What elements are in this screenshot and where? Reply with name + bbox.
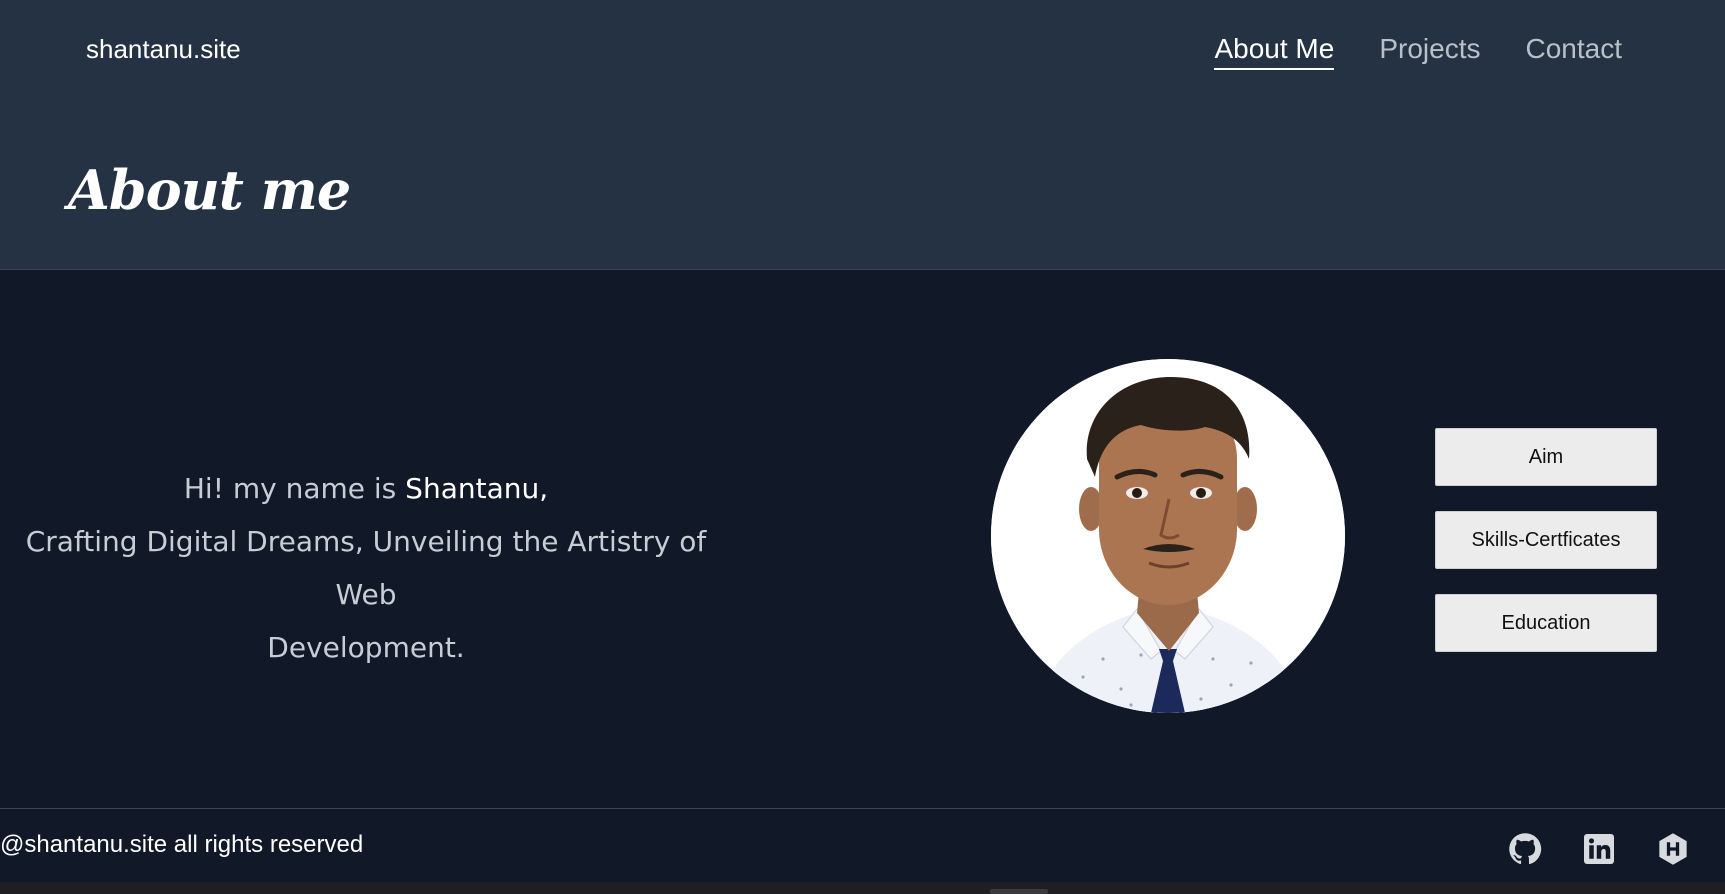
main-nav: About Me Projects Contact xyxy=(1214,33,1622,70)
intro-line-1: Hi! my name is Shantanu, xyxy=(0,462,732,515)
education-button[interactable]: Education xyxy=(1435,594,1657,652)
profile-photo xyxy=(991,359,1345,713)
page-title: About me xyxy=(68,158,351,222)
intro-text: Hi! my name is Shantanu, Crafting Digita… xyxy=(0,462,732,674)
about-section-buttons: Aim Skills-Certficates Education xyxy=(1435,428,1657,677)
github-icon[interactable] xyxy=(1507,831,1543,867)
github-icon-glyph xyxy=(1509,833,1542,865)
brand-link[interactable]: shantanu.site xyxy=(86,34,241,65)
hashnode-icon[interactable] xyxy=(1655,831,1691,867)
nav-contact[interactable]: Contact xyxy=(1526,33,1623,70)
profile-photo-illustration xyxy=(991,359,1345,713)
resize-handle[interactable] xyxy=(990,889,1048,894)
nav-about-me[interactable]: About Me xyxy=(1214,33,1335,70)
linkedin-icon-glyph xyxy=(1584,834,1614,864)
intro-greeting: Hi! my name is xyxy=(183,472,397,505)
aim-button[interactable]: Aim xyxy=(1435,428,1657,486)
skills-certificates-button[interactable]: Skills-Certficates xyxy=(1435,511,1657,569)
social-links xyxy=(1507,831,1691,867)
top-header: shantanu.site About Me Projects Contact … xyxy=(0,0,1725,270)
window-bottom-strip xyxy=(0,882,1725,894)
linkedin-icon[interactable] xyxy=(1581,831,1617,867)
intro-tagline-1: Crafting Digital Dreams, Unveiling the A… xyxy=(25,525,707,611)
footer: @shantanu.site all rights reserved xyxy=(0,808,1725,882)
nav-projects[interactable]: Projects xyxy=(1379,33,1480,70)
copyright-text: @shantanu.site all rights reserved xyxy=(0,831,364,858)
intro-tagline-2: Development. xyxy=(267,631,465,664)
intro-name: Shantanu, xyxy=(405,472,549,505)
hashnode-icon-glyph xyxy=(1659,833,1687,865)
